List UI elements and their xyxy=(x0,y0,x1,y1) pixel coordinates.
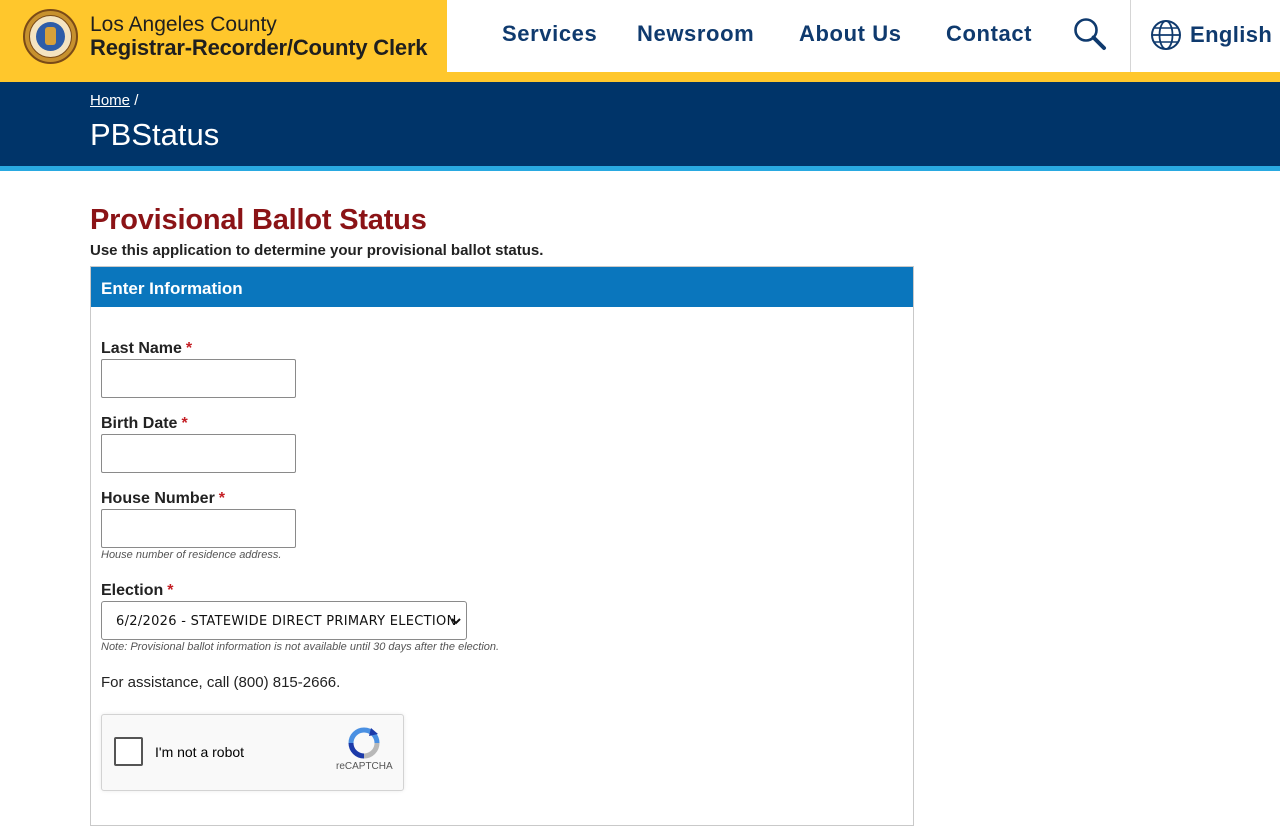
language-selector[interactable]: English xyxy=(1150,18,1272,52)
nav-services[interactable]: Services xyxy=(502,21,597,47)
last-name-input[interactable] xyxy=(101,359,296,398)
nav-about-us[interactable]: About Us xyxy=(799,21,902,47)
app-title: Provisional Ballot Status xyxy=(90,204,427,236)
recaptcha-checkbox[interactable] xyxy=(114,737,143,766)
app-intro: Use this application to determine your p… xyxy=(90,242,544,259)
banner-accent-line xyxy=(0,166,1280,171)
house-number-label: House Number * xyxy=(101,490,226,507)
birth-date-label: Birth Date * xyxy=(101,415,188,432)
house-number-hint: House number of residence address. xyxy=(101,549,282,561)
breadcrumb-home-link[interactable]: Home xyxy=(90,92,130,109)
site-header: Los Angeles County Registrar-Recorder/Co… xyxy=(0,0,1280,82)
form-panel-title: Enter Information xyxy=(101,279,243,298)
birth-date-input[interactable] xyxy=(101,434,296,473)
page-title: PBStatus xyxy=(90,117,220,152)
county-seal-logo xyxy=(23,9,78,64)
header-gold-strip xyxy=(447,72,1280,82)
recaptcha-label: I'm not a robot xyxy=(155,744,245,760)
election-note: Note: Provisional ballot information is … xyxy=(101,641,500,653)
nav-newsroom[interactable]: Newsroom xyxy=(637,21,754,47)
breadcrumb: Home / xyxy=(90,92,138,109)
org-name: Los Angeles County xyxy=(90,13,277,36)
election-label: Election * xyxy=(101,582,174,599)
globe-icon xyxy=(1151,20,1181,50)
assistance-text: For assistance, call (800) 815-2666. xyxy=(101,674,341,691)
brand-block[interactable]: Los Angeles County Registrar-Recorder/Co… xyxy=(0,0,447,82)
search-button[interactable] xyxy=(1073,17,1107,51)
breadcrumb-separator: / xyxy=(134,92,139,109)
nav-divider xyxy=(1130,0,1131,72)
election-select[interactable]: 6/2/2026 - STATEWIDE DIRECT PRIMARY ELEC… xyxy=(101,601,467,640)
nav-contact[interactable]: Contact xyxy=(946,21,1032,47)
search-icon xyxy=(1074,18,1106,50)
required-marker: * xyxy=(181,415,188,432)
election-selected-value: 6/2/2026 - STATEWIDE DIRECT PRIMARY ELEC… xyxy=(116,614,457,629)
required-marker: * xyxy=(167,582,174,599)
form-panel-header: Enter Information xyxy=(91,267,913,307)
required-marker: * xyxy=(185,340,193,357)
language-label: English xyxy=(1190,22,1273,47)
required-marker: * xyxy=(218,490,226,507)
recaptcha-brand: reCAPTCHA xyxy=(336,761,393,772)
last-name-label: Last Name * xyxy=(101,340,193,357)
dept-name: Registrar-Recorder/County Clerk xyxy=(90,35,428,60)
recaptcha-widget: I'm not a robot reCAPTCHA xyxy=(101,714,404,791)
house-number-input[interactable] xyxy=(101,509,296,548)
recaptcha-logo-icon xyxy=(348,727,380,759)
chevron-down-icon xyxy=(451,618,461,625)
